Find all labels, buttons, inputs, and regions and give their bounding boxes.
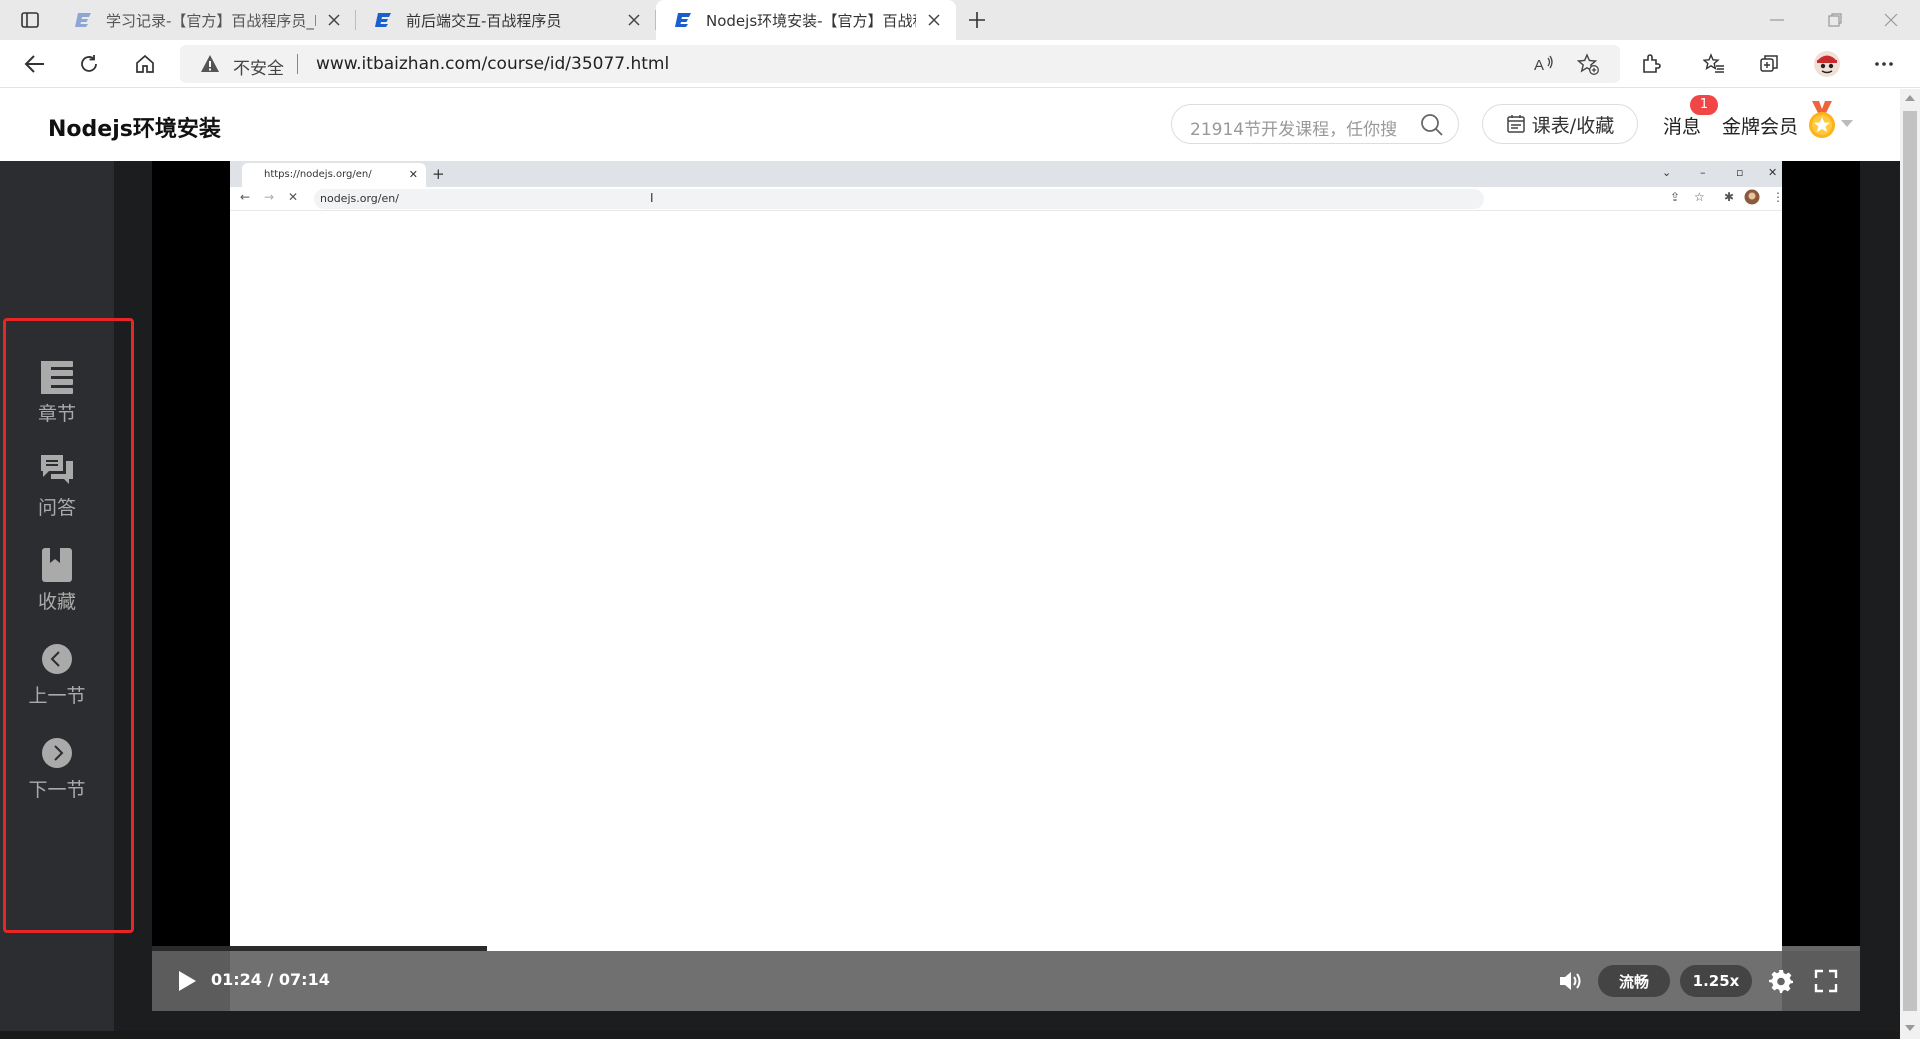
video-content: https://nodejs.org/en/ ✕ + ⌄ – ▫ ✕ ← → ✕… [230,161,1784,1011]
message-count-badge: 1 [1690,95,1718,115]
video-browser-tab: https://nodejs.org/en/ ✕ [242,163,426,187]
browser-tab-2[interactable]: 前后端交互-百战程序员 [356,0,656,40]
favorites-icon[interactable] [1697,48,1731,80]
bottom-strip [0,1031,1900,1039]
security-label[interactable]: 不安全 [233,54,284,79]
browser-tab-1[interactable]: 学习记录-【官方】百战程序员_IT [56,0,356,40]
profile-avatar[interactable] [1810,48,1844,80]
back-icon: ← [240,190,251,204]
new-tab-button[interactable] [962,6,992,34]
site-header: Nodejs环境安装 21914节开发课程，任你搜 课表/收藏 消息 1 金牌会… [0,89,1900,161]
browser-tab-3[interactable]: Nodejs环境安装-【官方】百战程 [656,0,956,40]
restore-icon: ▫ [1736,166,1744,179]
read-aloud-icon[interactable]: A [1532,52,1556,76]
messages-link[interactable]: 消息 [1663,112,1701,139]
video-frame[interactable]: https://nodejs.org/en/ ✕ + ⌄ – ▫ ✕ ← → ✕… [152,161,1860,1011]
browser-tab-strip: 学习记录-【官方】百战程序员_IT 前后端交互-百战程序员 Nodejs环境安装… [0,0,1920,40]
more-menu-icon: ⋮ [1772,190,1784,204]
plus-icon: + [432,165,445,183]
warning-icon[interactable] [200,54,220,74]
address-bar[interactable]: 不安全 www.itbaizhan.com/course/id/35077.ht… [180,45,1620,83]
tab-title: 前后端交互-百战程序员 [406,11,562,30]
site-favicon-icon [74,11,92,29]
text-cursor-icon: I [650,191,654,205]
tab-title: Nodejs环境安装-【官方】百战程 [706,11,916,30]
play-button[interactable] [176,969,198,993]
site-favicon-icon [674,11,692,29]
tab-actions-icon[interactable] [14,9,46,31]
forward-icon: → [264,190,275,204]
close-window-button[interactable] [1862,0,1920,40]
sidebar-highlight-outline [3,318,134,933]
site-favicon-icon [374,11,392,29]
member-link[interactable]: 金牌会员 [1722,112,1798,139]
course-list-button[interactable]: 课表/收藏 [1482,104,1638,144]
quality-selector[interactable]: 流畅 [1598,965,1670,997]
add-favorite-icon[interactable] [1576,52,1600,76]
video-browser-tab-strip: https://nodejs.org/en/ ✕ + ⌄ – ▫ ✕ [230,161,1782,187]
page-title: Nodejs环境安装 [48,117,221,142]
minimize-icon: – [1700,166,1706,179]
close-icon: ✕ [408,168,418,181]
extensions-icon[interactable] [1634,48,1668,80]
collections-icon[interactable] [1753,48,1787,80]
close-icon[interactable] [924,10,944,30]
close-icon[interactable] [624,10,644,30]
video-control-bar: 01:24 / 07:14 流畅 1.25x [152,951,1860,1011]
reload-button[interactable] [72,48,106,80]
minimize-button[interactable] [1748,0,1806,40]
more-menu-icon[interactable] [1867,48,1901,80]
stop-icon: ✕ [288,190,299,204]
calendar-icon [1506,114,1526,134]
star-icon: ☆ [1694,190,1705,204]
scrollbar-thumb[interactable] [1903,111,1917,1011]
course-player: 章节 问答 收藏 上一节 下一节 https://nodejs.org/en/ … [0,161,1900,1039]
search-placeholder: 21914节开发课程，任你搜 [1190,120,1398,140]
tab-title: 学习记录-【官方】百战程序员_IT [106,11,316,30]
svg-text:A: A [1534,57,1544,74]
fullscreen-icon[interactable] [1814,969,1838,993]
restore-button[interactable] [1806,0,1864,40]
divider [297,54,298,74]
url-text[interactable]: www.itbaizhan.com/course/id/35077.html [316,54,669,74]
playback-speed-selector[interactable]: 1.25x [1680,965,1752,997]
chevron-down-icon[interactable] [1841,120,1853,127]
video-omnibox [314,189,1484,209]
volume-icon[interactable] [1558,969,1584,993]
close-icon[interactable] [324,10,344,30]
gear-icon[interactable] [1769,969,1793,993]
extensions-icon: ✱ [1724,190,1735,204]
share-icon: ⇪ [1670,190,1681,204]
back-button[interactable] [18,48,52,80]
home-button[interactable] [128,48,162,80]
close-icon: ✕ [1768,166,1778,179]
search-icon[interactable] [1420,113,1444,137]
page-scrollbar[interactable] [1900,89,1920,1039]
gold-medal-icon[interactable] [1806,101,1838,141]
scroll-down-icon[interactable] [1905,1025,1915,1031]
search-input[interactable]: 21914节开发课程，任你搜 [1171,104,1459,144]
course-list-label: 课表/收藏 [1531,114,1615,137]
scroll-up-icon[interactable] [1905,95,1915,101]
video-time-display: 01:24 / 07:14 [211,970,330,989]
video-browser-address-bar: ← → ✕ nodejs.org/en/ ⇪ ☆ ✱ ⋮ [230,187,1784,211]
browser-toolbar: 不安全 www.itbaizhan.com/course/id/35077.ht… [0,40,1920,88]
avatar [1744,189,1760,208]
video-url-text: nodejs.org/en/ [320,192,399,205]
video-tab-title: https://nodejs.org/en/ [264,169,372,180]
chevron-down-icon: ⌄ [1662,166,1672,179]
